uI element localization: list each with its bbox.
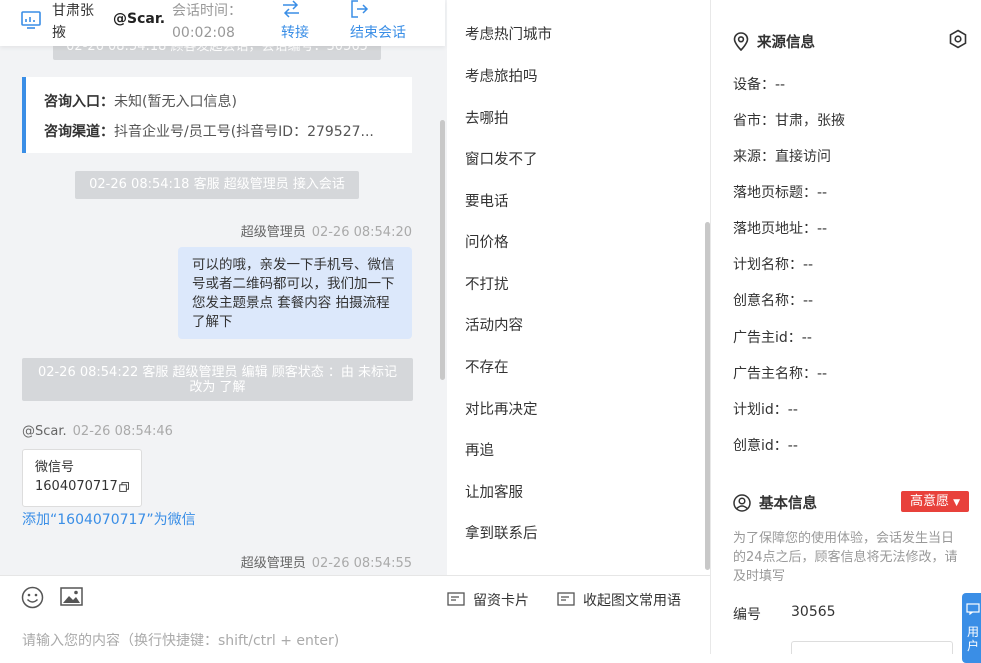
lead-card-label: 留资卡片: [473, 593, 529, 609]
location-pin-icon: [733, 32, 749, 51]
chat-scrollbar[interactable]: [440, 120, 445, 380]
customer-id-value: 30565: [791, 604, 836, 620]
consult-channel: 咨询渠道：抖音企业号/员工号(抖音号ID：279527...: [44, 124, 374, 140]
user-circle-icon: [733, 493, 751, 512]
collapse-phrases-label: 收起图文常用语: [583, 593, 681, 609]
field-plan-name: 计划名称：--: [733, 257, 814, 273]
intent-level-label: 高意愿: [909, 494, 949, 509]
field-plan-id: 计划id：--: [733, 402, 798, 418]
customer-info-sidebar: 来源信息 设备：-- 省市：甘肃，张掖 来源：直接访问 落地页标题：-- 落地页…: [711, 0, 981, 654]
copy-icon[interactable]: [119, 480, 129, 494]
customer-name: @Scar.: [113, 11, 166, 27]
message-icon: [557, 592, 575, 606]
system-message-agent-join: 02-26 08:54:18 客服 超级管理员 接入会话: [75, 171, 359, 199]
system-message-status-edit: 02-26 08:54:22 客服 超级管理员 编辑 顾客状态 ：由 未标记 改…: [22, 358, 413, 401]
collapse-phrases-button[interactable]: 收起图文常用语: [557, 590, 681, 610]
phrase-item[interactable]: 去哪拍: [465, 107, 509, 128]
consult-entry: 咨询入口：未知(暂无入口信息): [44, 94, 237, 110]
field-source: 来源：直接访问: [733, 149, 831, 165]
lead-card-button[interactable]: 留资卡片: [447, 590, 529, 610]
phrase-item[interactable]: 拿到联系后: [465, 522, 538, 543]
caret-down-icon: ▼: [953, 498, 961, 508]
settings-hexagon-icon[interactable]: [948, 29, 968, 49]
chat-bubble-icon: [966, 603, 980, 615]
transfer-label: 转接: [281, 25, 309, 41]
message-meta: @Scar. 02-26 08:54:46: [22, 424, 173, 439]
message-composer: 留资卡片 收起图文常用语 请输入您的内容（换行快捷键：shift/ctrl + …: [0, 575, 710, 655]
chat-panel: 02-26 08:54:18 顾客发起会话，会话编号：30565 咨询入口：未知…: [0, 0, 447, 575]
card-icon: [447, 592, 465, 606]
basic-info-heading: 基本信息: [733, 492, 817, 513]
wechat-id: 1604070717: [35, 479, 118, 494]
phrase-item[interactable]: 窗口发不了: [465, 148, 538, 169]
add-wechat-link[interactable]: 添加“1604070717”为微信: [22, 509, 196, 529]
end-session-button[interactable]: 结束会话: [350, 0, 406, 42]
quick-phrases-panel: 考虑热门城市 考虑旅拍吗 去哪拍 窗口发不了 要电话 问价格 不打扰 活动内容 …: [447, 0, 710, 575]
field-advertiser-name: 广告主名称：--: [733, 366, 828, 382]
phrase-item[interactable]: 不存在: [465, 356, 509, 377]
transfer-icon: [283, 0, 299, 18]
field-advertiser-id: 广告主id：--: [733, 330, 812, 346]
monitor-icon: [21, 11, 41, 29]
emoji-icon[interactable]: [21, 586, 44, 609]
wechat-label: 微信号: [35, 460, 75, 475]
phrase-item[interactable]: 让加客服: [465, 481, 523, 502]
field-creative-name: 创意名称：--: [733, 293, 814, 309]
floating-tab-label: 用户: [967, 625, 980, 653]
phrase-item[interactable]: 不打扰: [465, 273, 509, 294]
edit-notice: 为了保障您的使用体验，会话发生当日的24点之后，顾客信息将无法修改，请及时填写: [733, 531, 958, 584]
customer-location: 甘肃张掖: [52, 3, 94, 41]
consult-info-card: 咨询入口：未知(暂无入口信息) 咨询渠道：抖音企业号/员工号(抖音号ID：279…: [22, 77, 412, 153]
image-icon[interactable]: [60, 586, 83, 607]
phrase-item[interactable]: 问价格: [465, 231, 509, 252]
wechat-card: 微信号 1604070717: [22, 449, 142, 507]
intent-level-dropdown[interactable]: 高意愿 ▼: [901, 491, 969, 512]
outgoing-message-bubble: 可以的哦，亲发一下手机号、微信号或者二维码都可以，我们加一下您发主题景点 套餐内…: [178, 247, 412, 339]
session-time-label: 会话时间：: [172, 3, 242, 19]
phrase-item[interactable]: 对比再决定: [465, 398, 538, 419]
exit-icon: [351, 0, 369, 18]
field-device: 设备：--: [733, 77, 786, 93]
field-landing-url: 落地页地址：--: [733, 221, 828, 237]
customer-id-label: 编号: [733, 607, 761, 623]
phrase-item[interactable]: 考虑旅拍吗: [465, 65, 538, 86]
phrase-item[interactable]: 要电话: [465, 190, 509, 211]
input-box-edge: [791, 641, 953, 654]
message-input[interactable]: 请输入您的内容（换行快捷键：shift/ctrl + enter): [22, 630, 339, 650]
phrase-item[interactable]: 再追: [465, 439, 494, 460]
message-meta: 超级管理员 02-26 08:54:55: [240, 556, 412, 571]
source-info-heading: 来源信息: [733, 31, 815, 52]
end-session-label: 结束会话: [350, 25, 406, 41]
phrase-item[interactable]: 活动内容: [465, 314, 523, 335]
chat-header: 甘肃张掖 @Scar. 会话时间： 00:02:08 转接 结束会话: [0, 0, 445, 46]
field-province-city: 省市：甘肃，张掖: [733, 113, 845, 129]
phrase-item[interactable]: 考虑热门城市: [465, 23, 552, 44]
transfer-button[interactable]: 转接: [281, 0, 309, 42]
field-landing-title: 落地页标题：--: [733, 185, 828, 201]
session-time-value: 00:02:08: [172, 25, 235, 41]
message-meta: 超级管理员 02-26 08:54:20: [240, 225, 412, 240]
field-creative-id: 创意id：--: [733, 438, 798, 454]
floating-user-tab[interactable]: 用户: [962, 593, 981, 663]
